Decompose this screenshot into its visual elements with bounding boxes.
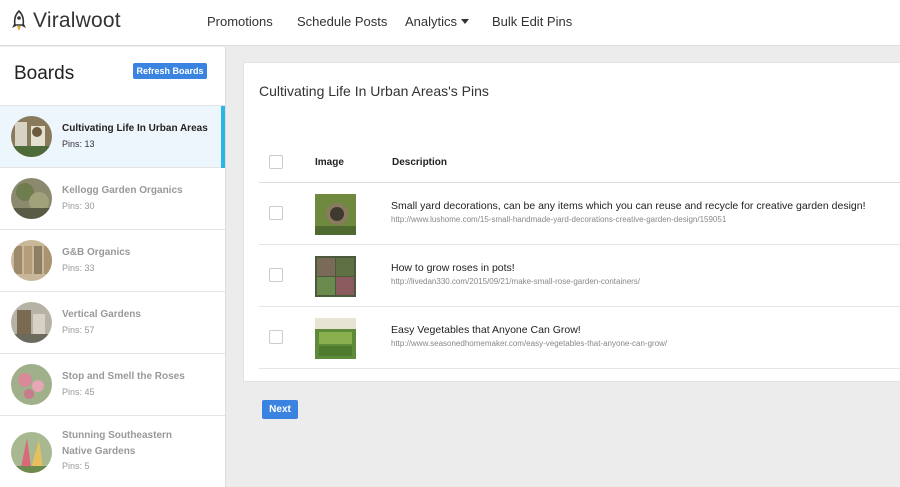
nav-analytics-label: Analytics xyxy=(405,14,458,29)
pin-description: Easy Vegetables that Anyone Can Grow! xyxy=(391,324,581,336)
column-header-image: Image xyxy=(315,157,344,168)
board-name: Cultivating Life In Urban Areas xyxy=(62,123,208,134)
row-checkbox[interactable] xyxy=(269,330,283,344)
brand-name: Viralwoot xyxy=(33,9,121,32)
pin-description: How to grow roses in pots! xyxy=(391,262,515,274)
boards-title: Boards xyxy=(14,63,75,84)
boards-sidebar: Boards Refresh Boards Cultivating Life I… xyxy=(0,47,226,487)
board-item-roses[interactable]: Stop and Smell the Roses Pins: 45 xyxy=(0,354,225,416)
board-pin-count: Pins: 57 xyxy=(62,325,95,335)
page-title: Cultivating Life In Urban Areas's Pins xyxy=(259,83,489,99)
board-name: Stop and Smell the Roses xyxy=(62,371,185,382)
brand-logo[interactable]: Viralwoot xyxy=(10,7,121,35)
table-row: Small yard decorations, can be any items… xyxy=(259,183,900,245)
nav-schedule-posts[interactable]: Schedule Posts xyxy=(297,0,387,44)
pin-image xyxy=(315,318,356,359)
board-pin-count: Pins: 30 xyxy=(62,201,95,211)
refresh-boards-button[interactable]: Refresh Boards xyxy=(133,63,207,79)
board-thumbnail xyxy=(11,432,52,473)
board-item-vertical-gardens[interactable]: Vertical Gardens Pins: 57 xyxy=(0,292,225,354)
column-header-description: Description xyxy=(392,157,448,168)
pin-url[interactable]: http://www.lushome.com/15-small-handmade… xyxy=(391,215,726,224)
board-thumbnail xyxy=(11,302,52,343)
board-item-southeastern-native[interactable]: Stunning Southeastern Native Gardens Pin… xyxy=(0,416,225,487)
board-name: Vertical Gardens xyxy=(62,309,141,320)
pin-description: Small yard decorations, can be any items… xyxy=(391,200,866,212)
board-pin-count: Pins: 5 xyxy=(62,461,90,471)
board-thumbnail xyxy=(11,116,52,157)
board-item-kellogg[interactable]: Kellogg Garden Organics Pins: 30 xyxy=(0,168,225,230)
select-all-checkbox[interactable] xyxy=(269,155,283,169)
board-pin-count: Pins: 13 xyxy=(62,139,95,149)
pin-image xyxy=(315,194,356,235)
board-name: Stunning Southeastern Native Gardens xyxy=(62,430,172,457)
row-checkbox[interactable] xyxy=(269,206,283,220)
nav-analytics[interactable]: Analytics xyxy=(405,0,470,44)
nav-bulk-edit-pins[interactable]: Bulk Edit Pins xyxy=(492,0,572,44)
rocket-icon xyxy=(12,10,26,31)
nav-promotions[interactable]: Promotions xyxy=(207,0,273,44)
board-pin-count: Pins: 45 xyxy=(62,387,95,397)
board-name: Kellogg Garden Organics xyxy=(62,185,183,196)
board-pin-count: Pins: 33 xyxy=(62,263,95,273)
pins-panel: Cultivating Life In Urban Areas's Pins I… xyxy=(243,62,900,382)
table-row: Easy Vegetables that Anyone Can Grow! ht… xyxy=(259,307,900,369)
board-thumbnail xyxy=(11,364,52,405)
board-thumbnail xyxy=(11,178,52,219)
pin-url[interactable]: http://livedan330.com/2015/09/21/make-sm… xyxy=(391,277,640,286)
pin-image xyxy=(315,256,356,297)
next-button[interactable]: Next xyxy=(262,400,298,419)
row-checkbox[interactable] xyxy=(269,268,283,282)
board-item-cultivating-life[interactable]: Cultivating Life In Urban Areas Pins: 13 xyxy=(0,106,225,168)
pin-url[interactable]: http://www.seasonedhomemaker.com/easy-ve… xyxy=(391,339,667,348)
board-item-gb-organics[interactable]: G&B Organics Pins: 33 xyxy=(0,230,225,292)
sidebar-header: Boards Refresh Boards xyxy=(0,47,225,106)
board-name: G&B Organics xyxy=(62,247,131,258)
top-navbar: Viralwoot Promotions Schedule Posts Anal… xyxy=(0,0,900,46)
table-row: How to grow roses in pots! http://liveda… xyxy=(259,245,900,307)
active-indicator xyxy=(221,106,225,168)
pins-table-header: Image Description xyxy=(259,153,900,183)
chevron-down-icon xyxy=(461,19,470,25)
board-thumbnail xyxy=(11,240,52,281)
